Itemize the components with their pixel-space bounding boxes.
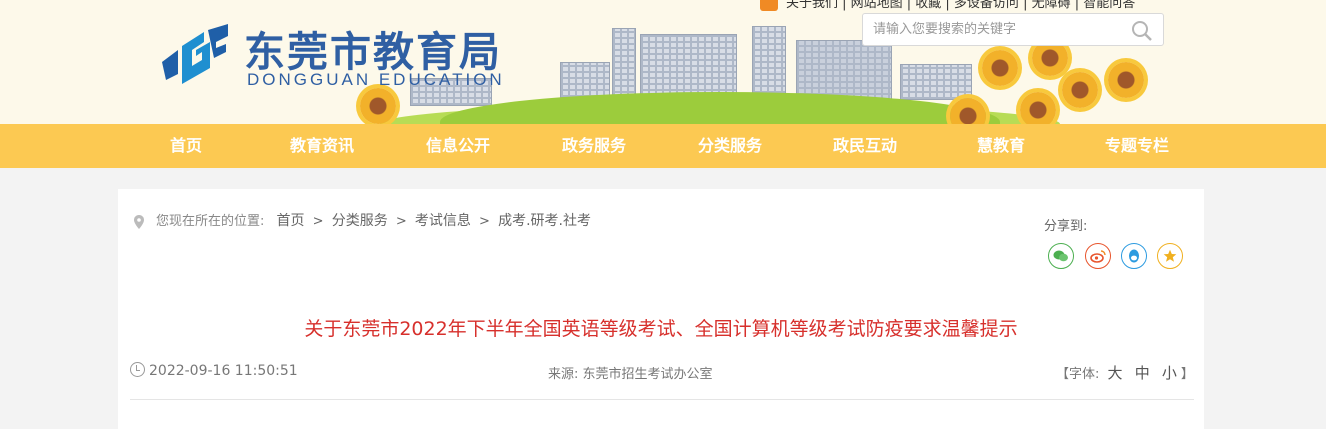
sunflower-icon [1062, 72, 1098, 108]
breadcrumb-category-services[interactable]: 分类服务 [332, 213, 388, 229]
nav-item-home[interactable]: 首页 [126, 124, 246, 168]
breadcrumb-separator: > [479, 214, 490, 229]
share-favorite-button[interactable] [1157, 243, 1183, 269]
site-header: 东莞市教育局 DONGGUAN EDUCATION 关于我们 | 网站地图 | … [0, 0, 1326, 124]
building-decoration [640, 34, 737, 98]
nav-item-smart-education[interactable]: 慧教育 [941, 124, 1061, 168]
article-source-label: 来源: [548, 367, 579, 382]
article-date: 2022-09-16 11:50:51 [130, 362, 298, 379]
building-decoration [612, 28, 636, 100]
main-nav: 首页 教育资讯 信息公开 政务服务 分类服务 政民互动 慧教育 专题专栏 [0, 124, 1326, 168]
sunflower-icon [950, 98, 986, 124]
article-source: 来源: 东莞市招生考试办公室 [548, 363, 713, 382]
wechat-icon [1053, 250, 1068, 262]
sunflower-icon [360, 88, 396, 124]
nav-item-education-news[interactable]: 教育资讯 [262, 124, 382, 168]
search-box [862, 13, 1164, 46]
nav-item-government-services[interactable]: 政务服务 [534, 124, 654, 168]
favorite-icon [1163, 249, 1177, 262]
sunflower-icon [1108, 62, 1144, 98]
breadcrumb-exam-info[interactable]: 考试信息 [415, 213, 471, 229]
meta-divider [130, 399, 1194, 400]
top-links-bar[interactable]: 关于我们 | 网站地图 | 收藏 | 多设备访问 | 无障碍 | 智能问答 [760, 0, 1135, 11]
sunflower-icon [1020, 92, 1056, 124]
font-size-large-button[interactable]: 大 [1108, 364, 1123, 382]
building-decoration [560, 62, 610, 98]
sunflower-icon [982, 50, 1018, 86]
font-size-medium-button[interactable]: 中 [1135, 364, 1150, 382]
clock-icon [130, 362, 145, 377]
breadcrumb-label: 您现在所在的位置: [156, 214, 265, 229]
breadcrumb-separator: > [312, 214, 324, 229]
search-icon[interactable] [1131, 20, 1153, 42]
nav-item-public-interaction[interactable]: 政民互动 [805, 124, 925, 168]
font-size-small-button[interactable]: 小 [1162, 364, 1177, 382]
article-source-text: 东莞市招生考试办公室 [582, 367, 713, 382]
building-decoration [752, 26, 786, 100]
nav-item-info-disclosure[interactable]: 信息公开 [398, 124, 518, 168]
location-pin-icon [134, 214, 144, 229]
search-input[interactable] [863, 14, 1123, 45]
education-bureau-logo-icon [162, 24, 228, 84]
weibo-icon [1090, 250, 1106, 263]
breadcrumb-adult-exams[interactable]: 成考.研考.社考 [498, 213, 591, 229]
nav-item-special-topics[interactable]: 专题专栏 [1077, 124, 1197, 168]
share-weibo-button[interactable] [1085, 243, 1111, 269]
font-size-label-close: 】 [1180, 367, 1194, 382]
breadcrumb-separator: > [395, 214, 407, 229]
nav-item-category-services[interactable]: 分类服务 [670, 124, 790, 168]
font-size-control: 【字体: 大 中 小】 [1056, 362, 1194, 383]
share-label: 分享到: [1044, 219, 1088, 234]
font-size-label: 【字体: [1056, 367, 1100, 382]
building-decoration [900, 64, 972, 100]
share-qq-button[interactable] [1121, 243, 1147, 269]
qq-icon [1129, 249, 1139, 263]
accessibility-icon [760, 0, 778, 11]
breadcrumb: 您现在所在的位置: 首页 > 分类服务 > 考试信息 > 成考.研考.社考 [134, 210, 591, 230]
article-date-text: 2022-09-16 11:50:51 [149, 363, 298, 379]
article-title: 关于东莞市2022年下半年全国英语等级考试、全国计算机等级考试防疫要求温馨提示 [304, 318, 1018, 340]
top-links-text[interactable]: 关于我们 | 网站地图 | 收藏 | 多设备访问 | 无障碍 | 智能问答 [786, 0, 1135, 11]
share-wechat-button[interactable] [1048, 243, 1074, 269]
breadcrumb-home[interactable]: 首页 [277, 213, 305, 229]
site-logo-subtitle: DONGGUAN EDUCATION [247, 70, 505, 89]
site-logo-title[interactable]: 东莞市教育局 [244, 18, 502, 78]
